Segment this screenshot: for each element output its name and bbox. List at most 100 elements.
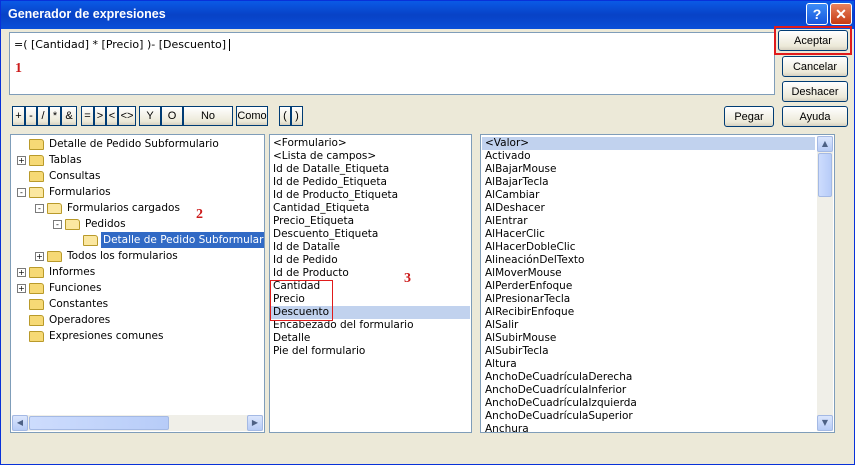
value-item[interactable]: AlBajarMouse [482,163,815,176]
value-item[interactable]: AlSubirMouse [482,332,815,345]
tree-item[interactable]: + Funciones [17,280,103,296]
folder-icon [29,298,44,310]
tree-item[interactable]: + Todos los formularios [35,248,180,264]
field-item[interactable]: Descuento_Etiqueta [271,228,470,241]
tree-item-label: Pedidos [85,218,126,230]
operator-not-equal[interactable]: <> [118,106,136,126]
value-item[interactable]: AlHacerDobleClic [482,241,815,254]
callout-3: 3 [404,271,411,286]
operator-and[interactable]: Y [139,106,161,126]
help-icon[interactable]: ? [806,3,828,25]
tree-item[interactable]: Operadores [17,312,112,328]
operator-multiply[interactable]: * [49,106,61,126]
value-item[interactable]: AlHacerClic [482,228,815,241]
value-item[interactable]: AlCambiar [482,189,815,202]
scroll-right-icon[interactable]: ▶ [247,415,263,431]
operator-right-paren[interactable]: ) [291,106,303,126]
operator-minus[interactable]: - [25,106,37,126]
accept-button[interactable]: Aceptar [778,30,848,51]
operator-left-paren[interactable]: ( [279,106,291,126]
tree-item[interactable]: Detalle de Pedido Subformulario [71,232,264,248]
tree-item[interactable]: Detalle de Pedido Subformulario [17,136,221,152]
operator-ampersand[interactable]: & [61,106,77,126]
value-item[interactable]: AlPresionarTecla [482,293,815,306]
help-button[interactable]: Ayuda [782,106,848,127]
values-vertical-scrollbar[interactable]: ▲ ▼ [817,136,833,431]
operator-equals[interactable]: = [81,106,94,126]
scroll-down-icon[interactable]: ▼ [817,415,833,431]
paste-button[interactable]: Pegar [724,106,774,127]
tree-item-label: Operadores [49,314,111,326]
field-item[interactable]: Id de Producto [271,267,470,280]
field-item[interactable]: Id de Producto_Etiqueta [271,189,470,202]
undo-button[interactable]: Deshacer [782,81,848,102]
operator-less[interactable]: < [106,106,118,126]
field-item[interactable]: Id de Pedido_Etiqueta [271,176,470,189]
field-item[interactable]: Detalle [271,332,470,345]
tree-item[interactable]: - Formularios [17,184,113,200]
collapse-icon[interactable]: - [53,219,62,229]
object-tree[interactable]: Detalle de Pedido Subformulario + Tablas Co… [10,134,265,433]
operator-not[interactable]: No [183,106,233,126]
tree-item-label: Informes [49,266,96,278]
folder-icon [29,186,44,198]
value-item[interactable]: AnchoDeCuadrículaInferior [482,384,815,397]
tree-item[interactable]: + Informes [17,264,97,280]
field-item[interactable]: Pie del formulario [271,345,470,358]
value-item[interactable]: Activado [482,150,815,163]
tree-item[interactable]: - Pedidos [53,216,128,232]
tree-item[interactable]: + Tablas [17,152,84,168]
value-item[interactable]: AlRecibirEnfoque [482,306,815,319]
values-list[interactable]: <Valor> Activado AlBajarMouse AlBajarTecla A… [480,134,835,433]
folder-icon [47,202,62,214]
title-bar[interactable]: Generador de expresiones ? ✕ [1,1,854,29]
operator-divide[interactable]: / [37,106,49,126]
expand-icon[interactable]: + [17,155,26,165]
field-item[interactable]: <Formulario> [271,137,470,150]
operator-like[interactable]: Como [236,106,268,126]
tree-item[interactable]: - Formularios cargados [35,200,182,216]
value-item[interactable]: AlSalir [482,319,815,332]
field-item[interactable]: <Lista de campos> [271,150,470,163]
expand-icon[interactable]: + [35,251,44,261]
value-item[interactable]: Altura [482,358,815,371]
expression-input[interactable]: =( [Cantidad] * [Precio] )- [Descuento] [9,32,775,95]
tree-item-label: Todos los formularios [67,250,178,262]
field-item[interactable]: Cantidad_Etiqueta [271,202,470,215]
value-item[interactable]: AlSubirTecla [482,345,815,358]
tree-item[interactable]: Consultas [17,168,102,184]
expand-icon[interactable]: + [17,267,26,277]
folder-icon [47,250,62,262]
operator-plus[interactable]: + [12,106,25,126]
scroll-left-icon[interactable]: ◀ [12,415,28,431]
value-item[interactable]: AlBajarTecla [482,176,815,189]
collapse-icon[interactable]: - [35,203,44,213]
field-item[interactable]: Id de Datalle_Etiqueta [271,163,470,176]
folder-icon [29,330,44,342]
field-item[interactable]: Precio_Etiqueta [271,215,470,228]
tree-scroll-thumb[interactable] [29,416,169,430]
tree-item[interactable]: Expresiones comunes [17,328,165,344]
tree-item[interactable]: Constantes [17,296,110,312]
value-item[interactable]: AnchoDeCuadrículaSuperior [482,410,815,423]
scroll-up-icon[interactable]: ▲ [817,136,833,152]
collapse-icon[interactable]: - [17,187,26,197]
value-item[interactable]: AnchoDeCuadrículaIzquierda [482,397,815,410]
value-item[interactable]: AnchoDeCuadrículaDerecha [482,371,815,384]
expand-icon[interactable]: + [17,283,26,293]
operator-or[interactable]: O [161,106,183,126]
cancel-button[interactable]: Cancelar [782,56,848,77]
field-item[interactable]: Id de Datalle [271,241,470,254]
value-item[interactable]: <Valor> [482,137,815,150]
value-item[interactable]: AlEntrar [482,215,815,228]
value-item[interactable]: AlineaciónDelTexto [482,254,815,267]
values-scroll-thumb[interactable] [818,153,832,197]
value-item[interactable]: AlPerderEnfoque [482,280,815,293]
close-icon[interactable]: ✕ [830,3,852,25]
operator-greater[interactable]: > [94,106,106,126]
value-item[interactable]: AlMoverMouse [482,267,815,280]
tree-horizontal-scrollbar[interactable]: ◀ ▶ [12,415,263,431]
field-item[interactable]: Id de Pedido [271,254,470,267]
value-item[interactable]: Anchura [482,423,815,432]
value-item[interactable]: AlDeshacer [482,202,815,215]
